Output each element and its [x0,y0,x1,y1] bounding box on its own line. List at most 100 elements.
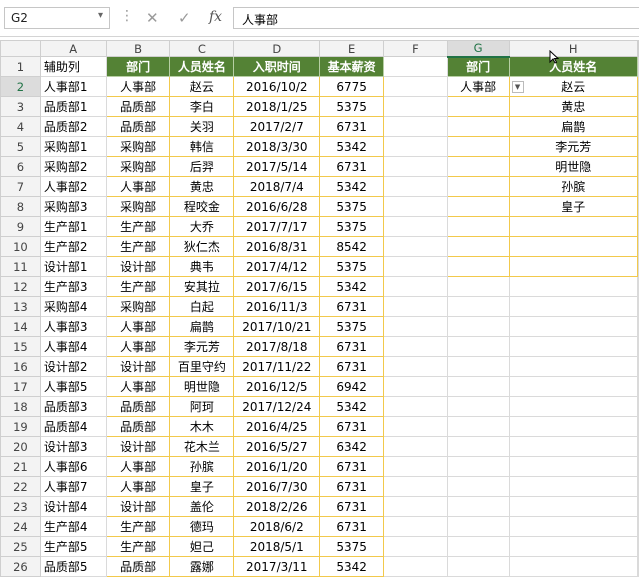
cell[interactable]: 5375 [319,256,385,277]
cell[interactable] [383,396,448,417]
cell[interactable] [637,296,639,317]
cell[interactable]: 人事部 [105,316,171,337]
header-cell[interactable]: 人员姓名 [169,56,235,77]
cell[interactable] [508,356,639,377]
cell[interactable] [383,536,448,557]
lookup-header-department[interactable]: 部门 [446,56,510,77]
dropdown-arrow-icon[interactable]: ▼ [511,81,524,93]
cell[interactable]: 花木兰 [169,436,235,457]
cell[interactable] [446,96,510,117]
cell[interactable]: 6731 [319,296,385,317]
cell[interactable]: 2017/6/15 [233,276,321,297]
cell[interactable]: 人事部3 [39,316,107,337]
cell[interactable] [508,536,639,557]
cell[interactable]: 2018/3/30 [233,136,321,157]
cell[interactable]: 设计部3 [39,436,107,457]
cell[interactable] [383,196,448,217]
cell[interactable]: 6942 [319,376,385,397]
cell[interactable]: 5375 [319,196,385,217]
cell[interactable]: 明世隐 [169,376,235,397]
header-cell[interactable]: 入职时间 [233,56,321,77]
cell[interactable] [446,136,510,157]
cell[interactable]: 2017/10/21 [233,316,321,337]
lookup-result-cell[interactable]: 扁鹊 [508,116,639,137]
row-header[interactable]: 12 [0,276,41,297]
cell[interactable]: 人事部2 [39,176,107,197]
cell[interactable]: 6731 [319,156,385,177]
cell[interactable]: 设计部1 [39,256,107,277]
cell[interactable]: 人事部 [105,176,171,197]
cell[interactable] [383,76,448,97]
cell[interactable] [383,116,448,137]
row-header[interactable]: 5 [0,136,41,157]
row-header[interactable]: 6 [0,156,41,177]
cell[interactable] [637,496,639,517]
cell[interactable] [637,396,639,417]
cell[interactable]: 5375 [319,216,385,237]
department-select-cell[interactable]: 人事部 [446,76,510,97]
cell[interactable]: 人事部4 [39,336,107,357]
cell[interactable]: 关羽 [169,116,235,137]
cell[interactable] [383,496,448,517]
row-header[interactable]: 11 [0,256,41,277]
cell[interactable]: 安其拉 [169,276,235,297]
row-header[interactable]: 26 [0,556,41,577]
cell[interactable]: 德玛 [169,516,235,537]
cell[interactable]: 6342 [319,436,385,457]
header-cell[interactable]: 辅助列 [39,56,107,77]
cell[interactable] [383,256,448,277]
cell[interactable]: 品质部3 [39,396,107,417]
cell[interactable] [446,536,510,557]
cell[interactable]: 采购部 [105,136,171,157]
lookup-header-name[interactable]: 人员姓名 [508,56,639,77]
cell[interactable]: 5342 [319,556,385,577]
cell[interactable]: 2016/4/25 [233,416,321,437]
cell[interactable] [637,176,639,197]
cell[interactable]: 6775 [319,76,385,97]
row-header[interactable]: 3 [0,96,41,117]
cell[interactable]: 品质部 [105,556,171,577]
cell[interactable]: 2018/1/25 [233,96,321,117]
cell[interactable] [383,336,448,357]
cell[interactable]: 人事部 [105,376,171,397]
cell[interactable]: 黄忠 [169,176,235,197]
cell[interactable]: 人事部1 [39,76,107,97]
cell[interactable]: 生产部 [105,216,171,237]
cell[interactable] [446,116,510,137]
cell[interactable]: 生产部 [105,536,171,557]
cell[interactable]: 2016/1/20 [233,456,321,477]
lookup-result-cell[interactable]: 孙膑 [508,176,639,197]
cell[interactable] [637,476,639,497]
cell[interactable]: 扁鹊 [169,316,235,337]
cell[interactable]: 2016/7/30 [233,476,321,497]
cell[interactable]: 6731 [319,456,385,477]
cell[interactable] [508,476,639,497]
cell[interactable]: 采购部3 [39,196,107,217]
cell[interactable]: 设计部2 [39,356,107,377]
cell[interactable]: 6731 [319,416,385,437]
cell[interactable]: 露娜 [169,556,235,577]
cell[interactable] [637,76,639,97]
cell[interactable] [508,496,639,517]
cell[interactable] [508,456,639,477]
cell[interactable]: 品质部4 [39,416,107,437]
cell[interactable]: 2017/5/14 [233,156,321,177]
cell[interactable] [637,356,639,377]
cell[interactable] [383,296,448,317]
cell[interactable] [637,256,639,277]
cell[interactable] [637,236,639,257]
cell[interactable]: 阿珂 [169,396,235,417]
row-header[interactable]: 18 [0,396,41,417]
cell[interactable] [446,456,510,477]
cell[interactable]: 6731 [319,336,385,357]
cell[interactable] [383,236,448,257]
cell[interactable] [446,216,510,237]
cell[interactable] [508,336,639,357]
row-header[interactable]: 7 [0,176,41,197]
row-header[interactable]: 4 [0,116,41,137]
row-header[interactable]: 1 [0,56,41,77]
cell[interactable]: 设计部4 [39,496,107,517]
cell[interactable]: 人事部 [105,456,171,477]
cell[interactable] [508,276,639,297]
cell[interactable]: 6731 [319,476,385,497]
